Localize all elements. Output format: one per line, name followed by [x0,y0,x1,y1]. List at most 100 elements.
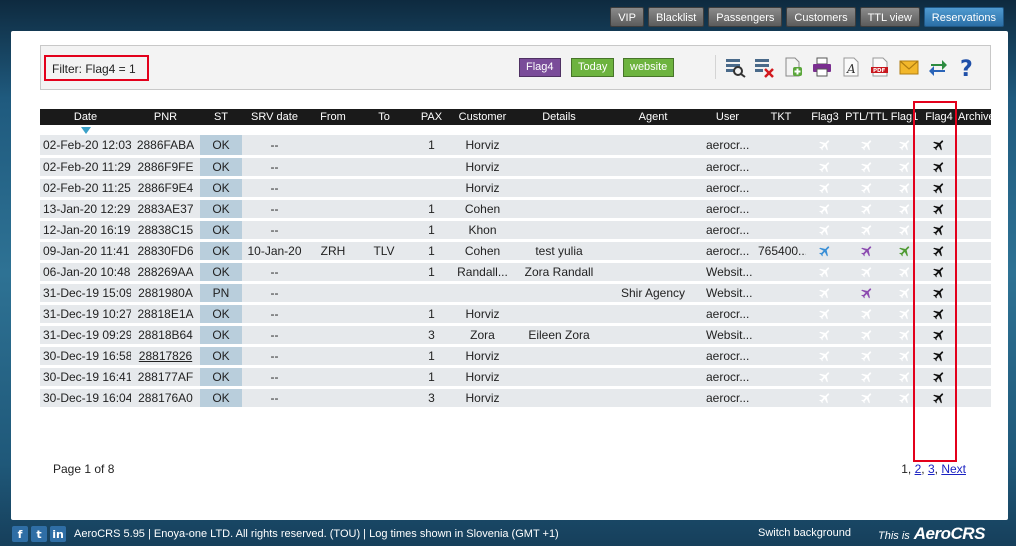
flag1-plane-icon[interactable] [898,222,912,236]
search-detail-icon[interactable] [723,54,747,80]
table-row[interactable]: 13-Jan-20 12:29 2883AE37 OK -- 1 Cohen aerocr.… [40,198,991,221]
column-header-to[interactable]: To [359,109,409,125]
column-header-date[interactable]: Date [40,109,131,125]
ptl-ttl-plane-icon[interactable] [860,180,874,194]
flag1-plane-icon[interactable] [898,159,912,173]
ptl-ttl-plane-icon[interactable] [860,285,874,299]
flag1-plane-icon[interactable] [898,348,912,362]
flag4-plane-icon[interactable] [932,348,946,362]
flag4-plane-icon[interactable] [932,285,946,299]
flag4-plane-icon[interactable] [932,327,946,341]
table-row[interactable]: 31-Dec-19 15:09 2881980A PN -- Shir Agency We… [40,282,991,305]
flag3-plane-icon[interactable] [818,327,832,341]
ptl-ttl-plane-icon[interactable] [860,327,874,341]
flag4-plane-icon[interactable] [932,201,946,215]
column-header-ptl-ttl[interactable]: PTL/TTL [844,109,889,125]
facebook-icon[interactable]: f [12,526,28,542]
text-format-icon[interactable]: A [839,54,863,80]
column-header-pnr[interactable]: PNR [131,109,200,125]
switch-background-link[interactable]: Switch background [758,527,851,539]
ptl-ttl-plane-icon[interactable] [860,137,874,151]
ptl-ttl-plane-icon[interactable] [860,369,874,383]
nav-customers-button[interactable]: Customers [786,7,856,27]
flag4-plane-icon[interactable] [932,180,946,194]
print-icon[interactable] [810,54,834,80]
column-header-archive[interactable]: Archive [958,109,991,125]
flag4-plane-icon[interactable] [932,264,946,278]
flag1-plane-icon[interactable] [898,369,912,383]
nav-passengers-button[interactable]: Passengers [708,7,783,27]
ptl-ttl-plane-icon[interactable] [860,390,874,404]
flag1-plane-icon[interactable] [898,306,912,320]
flag3-plane-icon[interactable] [818,137,832,151]
flag4-plane-icon[interactable] [932,390,946,404]
flag4-plane-icon[interactable] [932,243,946,257]
flag1-plane-icon[interactable] [898,180,912,194]
flag1-plane-icon[interactable] [898,390,912,404]
table-row[interactable]: 31-Dec-19 09:29 28818B64 OK -- 3 Zora Eileen Z… [40,324,991,347]
ptl-ttl-plane-icon[interactable] [860,222,874,236]
flag1-plane-icon[interactable] [898,264,912,278]
column-header-from[interactable]: From [307,109,359,125]
column-header-flag3[interactable]: Flag3 [806,109,844,125]
ptl-ttl-plane-icon[interactable] [860,159,874,173]
table-row[interactable]: 02-Feb-20 11:25 2886F9E4 OK -- Horviz aerocr.… [40,177,991,200]
table-row[interactable]: 06-Jan-20 10:48 288269AA OK -- 1 Randall... Zo… [40,261,991,284]
next-page-link[interactable]: Next [941,462,966,476]
flag4-plane-icon[interactable] [932,369,946,383]
flag4-plane-icon[interactable] [932,306,946,320]
clear-filter-icon[interactable] [752,54,776,80]
flag3-plane-icon[interactable] [818,222,832,236]
table-row[interactable]: 09-Jan-20 11:41 28830FD6 OK 10-Jan-20 ZRH TLV… [40,240,991,263]
column-header-pax[interactable]: PAX [409,109,454,125]
refresh-icon[interactable] [926,54,950,80]
column-header-flag4[interactable]: Flag4 [920,109,958,125]
nav-reservations-button[interactable]: Reservations [923,7,1004,27]
flag3-plane-icon[interactable] [818,243,832,257]
email-icon[interactable] [897,54,921,80]
ptl-ttl-plane-icon[interactable] [860,243,874,257]
ptl-ttl-plane-icon[interactable] [860,348,874,362]
flag1-plane-icon[interactable] [898,327,912,341]
nav-blacklist-button[interactable]: Blacklist [647,7,705,27]
table-row[interactable]: 02-Feb-20 12:03 2886FABA OK -- 1 Horviz aerocr… [40,135,991,158]
table-row[interactable]: 30-Dec-19 16:58 28817826 OK -- 1 Horviz aerocr… [40,345,991,368]
column-header-tkt[interactable]: TKT [756,109,806,125]
flag3-plane-icon[interactable] [818,180,832,194]
flag3-plane-icon[interactable] [818,390,832,404]
flag4-plane-icon[interactable] [932,159,946,173]
column-header-agent[interactable]: Agent [607,109,699,125]
flag3-plane-icon[interactable] [818,264,832,278]
column-header-flag1[interactable]: Flag1 [889,109,920,125]
column-header-customer[interactable]: Customer [454,109,511,125]
pnr-link[interactable]: 28817826 [139,349,192,363]
page-link-3[interactable]: 3 [928,462,935,476]
pdf-icon[interactable]: PDF [868,54,892,80]
flag4-plane-icon[interactable] [932,222,946,236]
flag3-plane-icon[interactable] [818,348,832,362]
column-header-user[interactable]: User [699,109,756,125]
flag3-plane-icon[interactable] [818,369,832,383]
help-icon[interactable]: ? [955,54,979,80]
linkedin-icon[interactable]: in [50,526,66,542]
flag1-plane-icon[interactable] [898,285,912,299]
table-row[interactable]: 30-Dec-19 16:04 288176A0 OK -- 3 Horviz aerocr… [40,387,991,410]
flag3-plane-icon[interactable] [818,201,832,215]
column-header-details[interactable]: Details [511,109,607,125]
nav-vip-button[interactable]: VIP [610,7,644,27]
table-row[interactable]: 02-Feb-20 11:29 2886F9FE OK -- Horviz aerocr.… [40,156,991,179]
table-row[interactable]: 12-Jan-20 16:19 28838C15 OK -- 1 Khon aerocr..… [40,219,991,242]
flag1-plane-icon[interactable] [898,201,912,215]
nav-ttl-view-button[interactable]: TTL view [859,7,920,27]
ptl-ttl-plane-icon[interactable] [860,306,874,320]
flag4-filter-button[interactable]: Flag4 [519,58,561,77]
ptl-ttl-plane-icon[interactable] [860,264,874,278]
flag1-plane-icon[interactable] [898,243,912,257]
twitter-icon[interactable]: t [31,526,47,542]
website-filter-button[interactable]: website [623,58,675,77]
flag1-plane-icon[interactable] [898,137,912,151]
flag4-plane-icon[interactable] [932,137,946,151]
column-header-st[interactable]: ST [200,109,242,125]
flag3-plane-icon[interactable] [818,285,832,299]
today-filter-button[interactable]: Today [571,58,615,77]
